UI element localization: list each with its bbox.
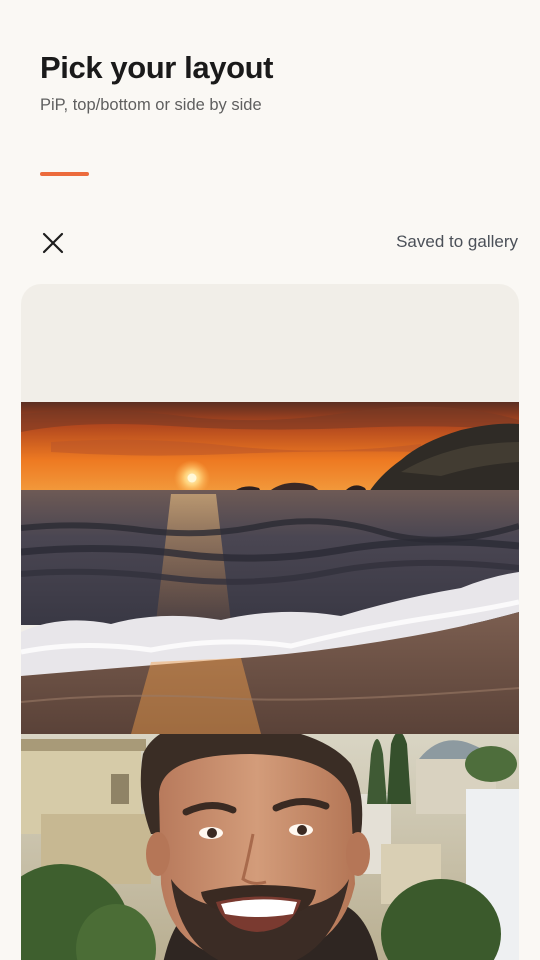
progress-indicator: [40, 172, 89, 176]
close-icon: [42, 232, 64, 254]
sunset-beach-photo: [21, 402, 519, 734]
saved-status-text: Saved to gallery: [396, 232, 518, 251]
close-button[interactable]: [36, 226, 70, 260]
page-title: Pick your layout: [40, 50, 274, 85]
layout-picker-screen: Pick your layout PiP, top/bottom or side…: [0, 0, 540, 960]
smiling-man-selfie-photo: [21, 734, 519, 960]
layout-preview-card[interactable]: [21, 284, 519, 960]
page-subtitle: PiP, top/bottom or side by side: [40, 96, 262, 114]
